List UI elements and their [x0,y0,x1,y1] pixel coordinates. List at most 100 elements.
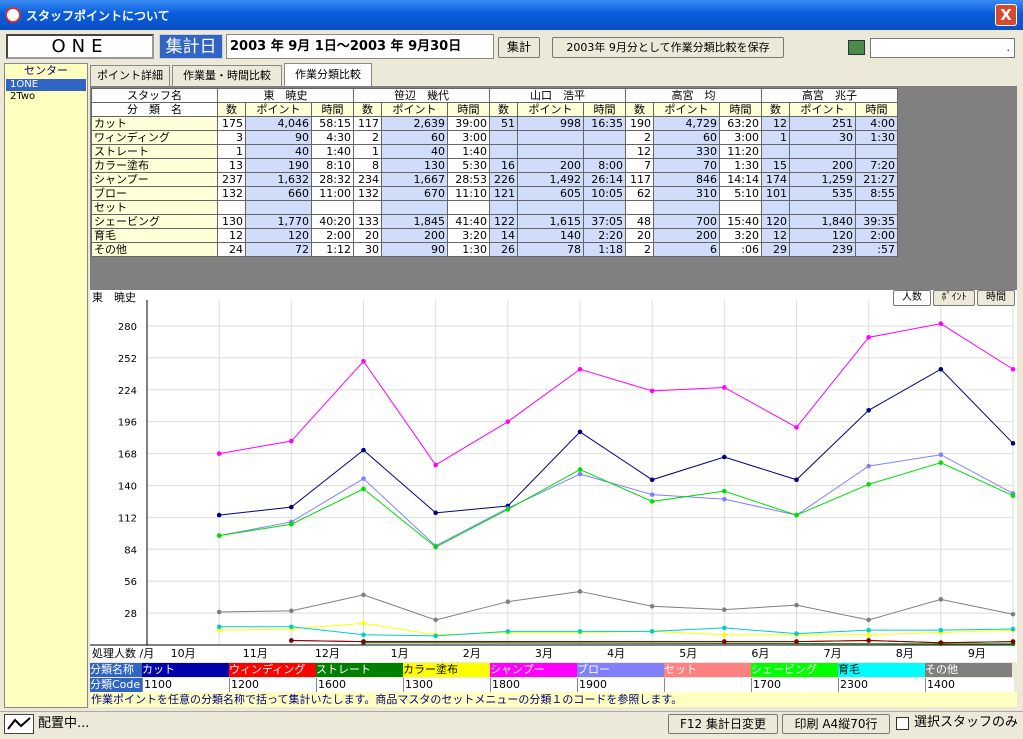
data-point [289,638,294,643]
value-cell [517,144,584,159]
value-cell: 1,492 [517,172,584,187]
x-tick-label: 4月 [607,647,625,660]
value-cell: 132 [217,186,246,201]
value-cell [489,144,518,159]
value-cell [447,200,490,215]
data-point [649,388,655,394]
value-cell: 2:20 [583,228,626,243]
value-cell: 1 [353,144,382,159]
value-cell: 60 [653,130,720,145]
aggregate-button[interactable]: 集計 [498,37,540,58]
tab-workload-time[interactable]: 作業量・時間比較 [172,65,282,86]
tab-category-comparison[interactable]: 作業分類比較 [284,63,372,87]
value-cell: 239 [789,242,856,257]
change-date-button[interactable]: F12 集計日変更 [668,714,778,734]
selected-staff-checkbox[interactable] [896,717,909,730]
value-cell: 15 [761,158,790,173]
x-tick-label: 6月 [751,647,769,660]
staff-header: 山口 浩平 [489,88,626,103]
subcol-header: 数 [353,102,382,117]
data-point [938,321,944,326]
legend-entry-code [664,678,753,692]
print-button[interactable]: 印刷 A4縦70行 [782,714,890,734]
value-cell [719,200,762,215]
value-cell: 8:10 [311,158,354,173]
staff-name-display[interactable]: ONE [6,34,154,59]
tab-point-detail[interactable]: ポイント詳細 [90,65,170,86]
table-row: ブロー 132 660 11:00 132 670 11:10 121 605 10:05 62 31… [91,186,898,201]
data-point [577,471,583,477]
chart-area: 東 暁史 28 56 84 112 140 168 196 224 252 280 処理人数 /月 10… [90,290,1017,662]
value-cell: 605 [517,186,584,201]
y-tick-label: 112 [118,513,137,524]
value-cell: 120 [245,228,312,243]
center-item-one[interactable]: 1ONE [6,79,86,91]
subcol-header: 数 [489,102,518,117]
subcol-header: ポイント [517,102,584,117]
value-cell [761,144,790,159]
data-point [433,462,438,468]
value-cell: 1,259 [789,172,856,187]
data-point [722,488,727,494]
value-cell: 174 [761,172,790,187]
value-cell: 1:40 [447,144,490,159]
date-label: 集計日 [159,34,223,59]
window-title: スタッフポイントについて [26,9,170,23]
x-tick-label: 2月 [463,647,481,660]
value-cell: 120 [761,214,790,229]
category-cell: カラー塗布 [91,158,218,173]
value-cell: 16 [489,158,518,173]
series-line [219,454,1014,547]
data-point [722,625,727,631]
value-cell [583,200,626,215]
value-cell: 226 [489,172,518,187]
value-cell: 251 [789,116,856,131]
close-button[interactable]: X [995,4,1017,26]
value-cell: 117 [353,116,382,131]
value-cell: 1,770 [245,214,312,229]
value-cell [855,200,898,215]
center-list[interactable]: センター 1ONE 2Two [4,63,88,708]
value-cell: 122 [489,214,518,229]
chart-mode-point-button[interactable]: ﾎﾟｲﾝﾄ [933,290,975,306]
data-point [216,624,222,630]
center-item-two[interactable]: 2Two [6,91,86,103]
value-cell: 2:00 [855,228,898,243]
series-line [219,462,1014,548]
series-line [219,323,1014,466]
value-cell: 37:05 [583,214,626,229]
data-point [361,639,366,644]
value-cell: 20 [353,228,382,243]
legend-entry-name: ストレート [316,663,403,677]
value-cell: 48 [625,214,654,229]
data-point [794,602,799,608]
chart-mode-count-button[interactable]: 人数 [893,290,931,306]
data-point [1010,611,1016,617]
value-cell: 1 [761,130,790,145]
value-cell: 1 [217,144,246,159]
data-point [361,592,366,598]
category-cell: ストレート [91,144,218,159]
subcol-header: 数 [625,102,654,117]
value-cell: 4,046 [245,116,312,131]
x-tick-label: 1月 [391,647,409,660]
data-point [722,385,727,390]
data-point [722,496,727,502]
center-list-header: センター [24,64,68,77]
calculator-field[interactable]: . [870,38,1015,58]
chart-mode-time-button[interactable]: 時間 [977,290,1015,306]
category-cell: ワィンディング [91,130,218,145]
table-row: シャンプー 237 1,632 28:32 234 1,667 28:53 226 1,492 2… [91,172,898,187]
table-row: カット 175 4,046 58:15 117 2,639 39:00 51 998 16:35 1… [91,116,898,131]
save-comparison-button[interactable]: 2003年 9月分として作業分類比較を保存 [552,37,784,58]
value-cell [761,200,790,215]
data-point [722,632,727,638]
value-cell: 40 [381,144,448,159]
data-point [577,589,583,594]
value-cell: 11:20 [719,144,762,159]
value-cell [789,200,856,215]
date-range-field[interactable]: 2003 年 9月 1日～2003 年 9月30日 [226,34,494,59]
legend-entry-code: 1700 [751,678,840,692]
calculator-icon[interactable] [848,40,865,55]
data-point [722,607,727,612]
